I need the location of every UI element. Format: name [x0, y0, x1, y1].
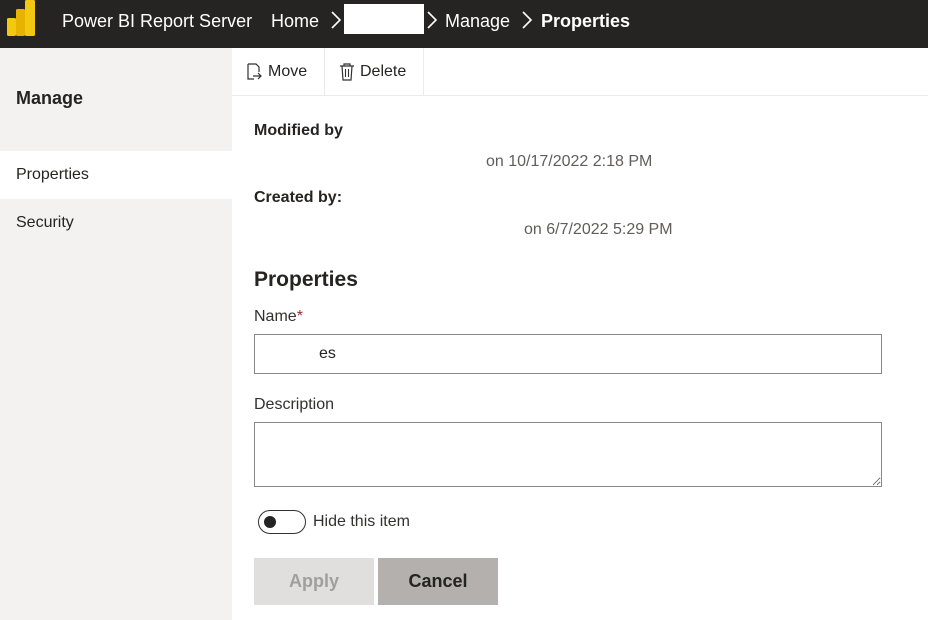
hide-item-toggle[interactable] [258, 510, 306, 534]
sidebar: Manage Properties Security [0, 48, 232, 620]
name-label: Name* [254, 307, 303, 327]
trash-icon [340, 62, 354, 81]
name-field[interactable] [254, 334, 882, 374]
apply-button[interactable]: Apply [254, 558, 374, 605]
breadcrumb-folder-redacted[interactable] [344, 4, 424, 34]
sidebar-heading: Manage [16, 88, 84, 108]
move-button[interactable]: Move [246, 48, 307, 95]
delete-label: Delete [360, 62, 407, 80]
breadcrumb-manage[interactable]: Manage [445, 10, 510, 32]
chevron-right-icon [427, 11, 438, 29]
created-date: on 6/7/2022 5:29 PM [524, 221, 673, 238]
power-bi-logo[interactable] [5, 0, 37, 38]
sidebar-item-security[interactable]: Security [0, 199, 232, 247]
breadcrumb-home[interactable]: Home [271, 10, 319, 32]
sidebar-item-properties[interactable]: Properties [0, 151, 232, 199]
modified-date: on 10/17/2022 2:18 PM [486, 153, 653, 170]
required-marker: * [296, 308, 303, 325]
toolbar: Move Delete [232, 48, 928, 96]
description-label: Description [254, 396, 335, 413]
cancel-button[interactable]: Cancel [378, 558, 498, 605]
modified-by-label: Modified by [254, 122, 343, 139]
delete-button[interactable]: Delete [339, 48, 406, 95]
description-field[interactable] [254, 422, 882, 487]
name-label-text: Name [254, 308, 297, 325]
toolbar-divider [324, 48, 325, 95]
hide-item-label[interactable]: Hide this item [313, 512, 410, 532]
breadcrumb-current: Properties [541, 11, 631, 31]
toggle-knob [264, 516, 276, 528]
toolbar-divider [423, 48, 424, 95]
app-title[interactable]: Power BI Report Server [62, 10, 252, 32]
move-icon [247, 62, 262, 80]
move-label: Move [268, 62, 308, 80]
created-by-label: Created by: [254, 189, 343, 206]
section-title: Properties [254, 268, 358, 291]
chevron-right-icon [522, 11, 533, 29]
chevron-right-icon [331, 11, 342, 29]
top-bar: Power BI Report Server Home Manage Prope… [0, 0, 928, 48]
